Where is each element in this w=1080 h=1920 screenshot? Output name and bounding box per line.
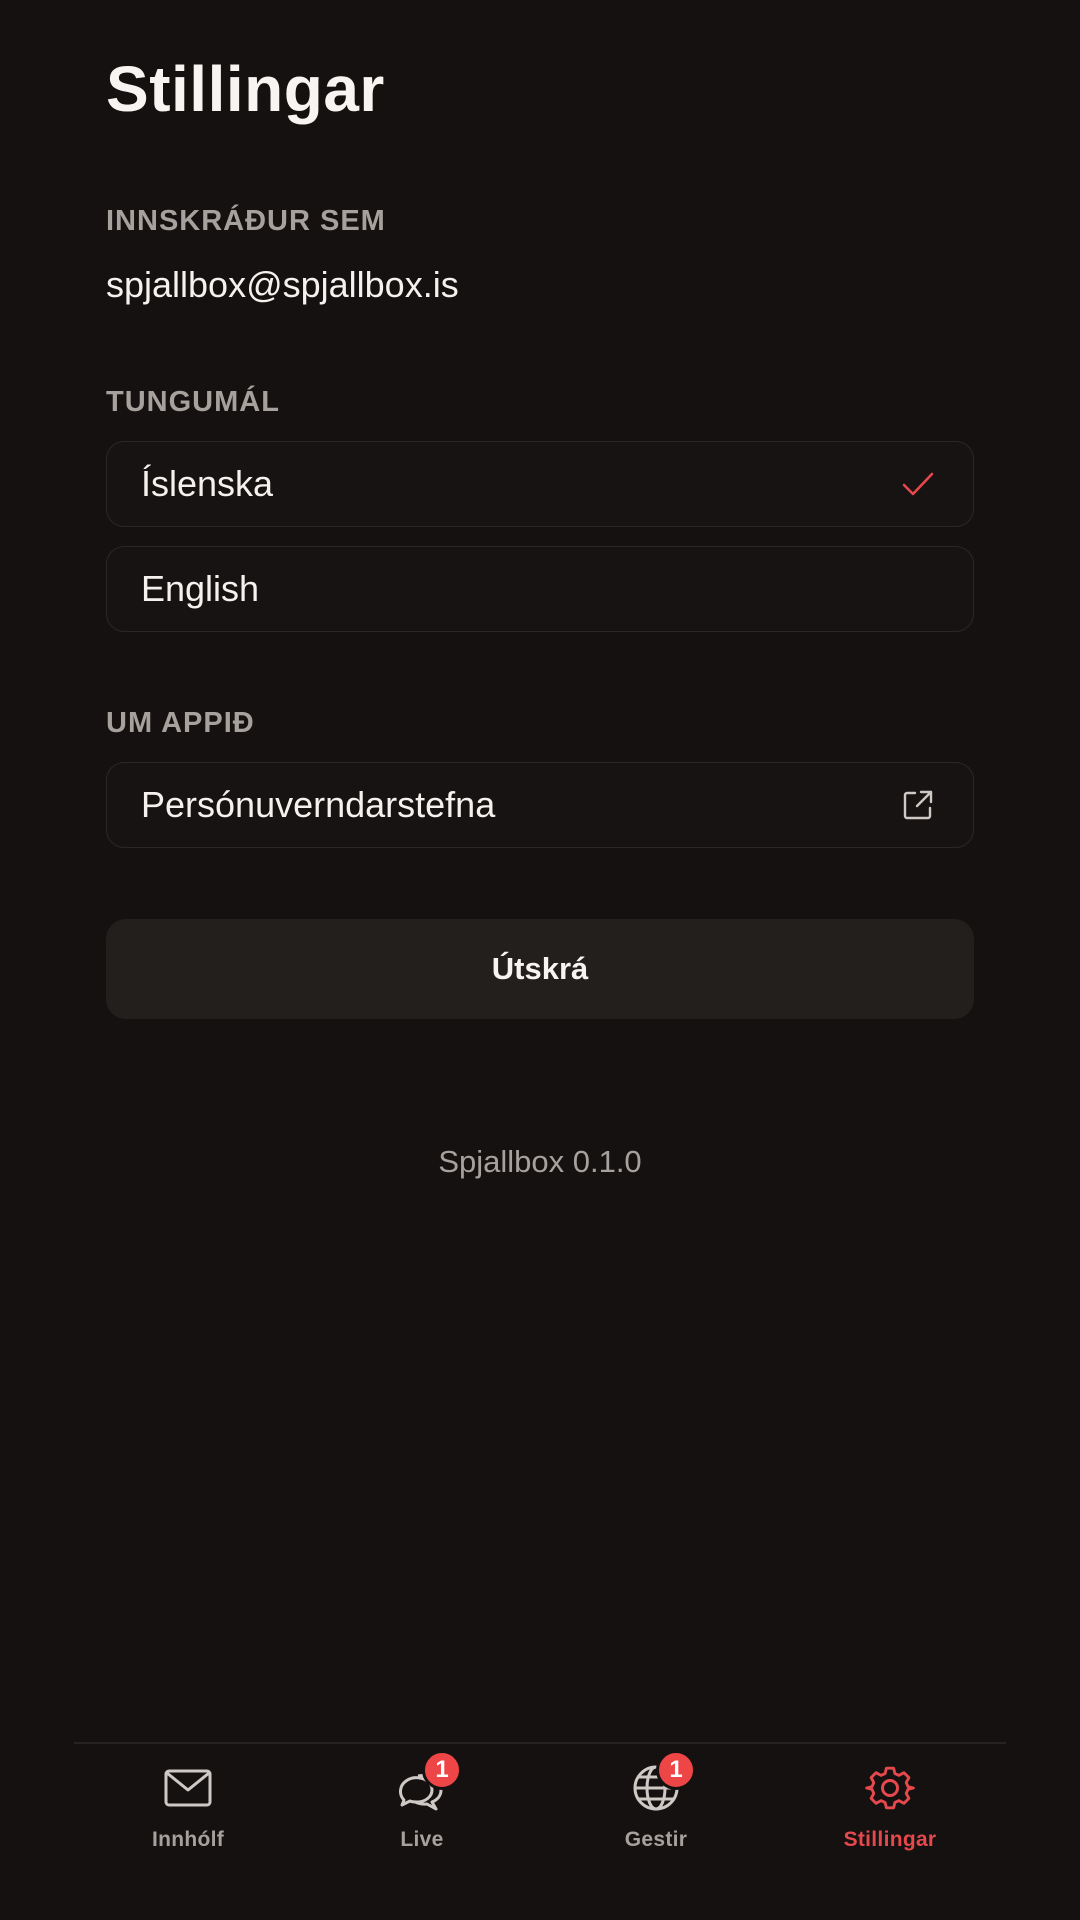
privacy-policy-link[interactable]: Persónuverndarstefna xyxy=(106,762,974,848)
page-title: Stillingar xyxy=(106,53,385,125)
notification-badge: 1 xyxy=(656,1750,696,1790)
tab-settings[interactable]: Stillingar xyxy=(790,1752,990,1862)
gear-icon xyxy=(864,1762,916,1814)
chat-bubbles-icon: 1 xyxy=(396,1750,462,1814)
tab-label: Gestir xyxy=(624,1828,688,1851)
app-version: Spjallbox 0.1.0 xyxy=(438,1144,642,1179)
about-section-label: UM APPIÐ xyxy=(106,707,255,739)
tab-label: Innhólf xyxy=(151,1828,225,1851)
logout-button[interactable]: Útskrá xyxy=(106,919,974,1019)
tab-label: Live xyxy=(400,1828,444,1851)
account-section-label: INNSKRÁÐUR SEM xyxy=(106,205,386,237)
mail-icon xyxy=(162,1762,214,1814)
language-option-label: Íslenska xyxy=(141,463,274,504)
account-email: spjallbox@spjallbox.is xyxy=(106,264,459,305)
language-option-label: English xyxy=(141,568,260,609)
language-section-label: TUNGUMÁL xyxy=(106,386,280,418)
language-option-islenska[interactable]: Íslenska xyxy=(106,441,974,527)
checkmark-icon xyxy=(899,465,937,503)
privacy-policy-label: Persónuverndarstefna xyxy=(141,784,496,825)
globe-icon: 1 xyxy=(630,1750,696,1814)
language-option-english[interactable]: English xyxy=(106,546,974,632)
tab-guests[interactable]: 1 Gestir xyxy=(556,1750,756,1862)
tab-label: Stillingar xyxy=(843,1828,937,1851)
tab-inbox[interactable]: Innhólf xyxy=(88,1752,288,1862)
notification-badge: 1 xyxy=(422,1750,462,1790)
external-link-icon xyxy=(899,786,937,824)
tabbar-divider xyxy=(74,1742,1006,1744)
tab-live[interactable]: 1 Live xyxy=(322,1750,522,1862)
settings-screen: Stillingar INNSKRÁÐUR SEM spjallbox@spja… xyxy=(0,0,1080,1920)
